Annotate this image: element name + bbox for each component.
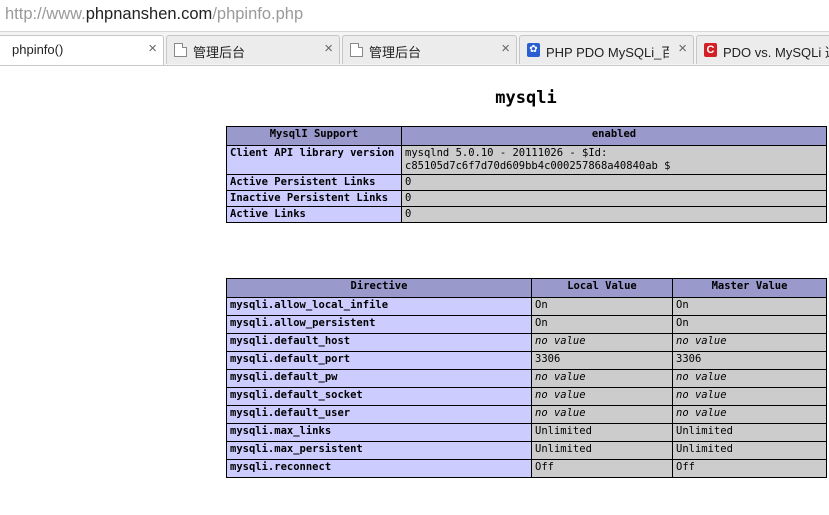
column-header: Directive [226,278,532,298]
tab-label: phpinfo() [12,42,64,57]
row-name: Client API library version [226,145,402,175]
master-value: no value [672,333,827,352]
table-row: mysqli.allow_local_infile On On [226,297,827,316]
table-row: mysqli.reconnect Off Off [226,459,827,478]
local-value: no value [531,405,673,424]
local-value: 3306 [531,351,673,370]
tab-strip: phpinfo() × 管理后台 × 管理后台 × ✿ PHP PDO MySQ… [0,32,829,66]
close-icon[interactable]: × [501,40,510,57]
table-header-row: MysqlI Support enabled [226,126,827,146]
local-value: no value [531,387,673,406]
local-value: no value [531,333,673,352]
tab-label: 管理后台 [193,45,246,60]
master-value: On [672,315,827,334]
local-value: On [531,315,673,334]
page-icon [174,43,187,57]
tab-label: PDO vs. MySQLi 选 [723,45,829,60]
module-title: mysqli [495,88,557,108]
row-value: 0 [401,206,827,223]
url-path: /phpinfo.php [212,5,304,23]
directive-name: mysqli.default_user [226,405,532,424]
table-row: mysqli.max_links Unlimited Unlimited [226,423,827,442]
directive-name: mysqli.default_pw [226,369,532,388]
tab-admin-1[interactable]: 管理后台 × [166,35,340,64]
directive-name: mysqli.max_links [226,423,532,442]
master-value: no value [672,387,827,406]
page-icon [350,43,363,57]
tab-label: PHP PDO MySQLi_百度 [546,45,669,60]
table-header-row: Directive Local Value Master Value [226,278,827,298]
table-row: Active Persistent Links 0 [226,174,827,191]
row-name: Inactive Persistent Links [226,190,402,207]
address-bar[interactable]: http://www.phpnanshen.com/phpinfo.php [0,0,829,32]
master-value: 3306 [672,351,827,370]
table-row: Active Links 0 [226,206,827,223]
url-host: phpnanshen.com [85,5,213,23]
column-header: Local Value [531,278,673,298]
tab-pdo-vs-mysqli[interactable]: C PDO vs. MySQLi 选 [696,35,829,64]
master-value: no value [672,405,827,424]
master-value: Off [672,459,827,478]
table-row: mysqli.default_port 3306 3306 [226,351,827,370]
table-row: mysqli.default_host no value no value [226,333,827,352]
tab-admin-2[interactable]: 管理后台 × [342,35,517,64]
tab-phpinfo[interactable]: phpinfo() × [0,35,164,65]
local-value: Unlimited [531,441,673,460]
c-icon: C [704,43,717,57]
column-header: enabled [401,126,827,146]
directive-name: mysqli.allow_persistent [226,315,532,334]
row-name: Active Links [226,206,402,223]
tab-label: 管理后台 [369,45,422,60]
directive-name: mysqli.allow_local_infile [226,297,532,316]
mysqli-support-table: MysqlI Support enabled Client API librar… [226,126,827,223]
table-row: mysqli.allow_persistent On On [226,315,827,334]
local-value: Unlimited [531,423,673,442]
directive-name: mysqli.default_socket [226,387,532,406]
url-prefix: http://www. [5,5,86,23]
table-row: Client API library version mysqlnd 5.0.1… [226,145,827,175]
table-row: mysqli.default_user no value no value [226,405,827,424]
master-value: Unlimited [672,423,827,442]
tab-baidu[interactable]: ✿ PHP PDO MySQLi_百度 × [519,35,694,64]
local-value: Off [531,459,673,478]
master-value: Unlimited [672,441,827,460]
row-value: 0 [401,174,827,191]
row-value: mysqlnd 5.0.10 - 20111026 - $Id: c85105d… [401,145,827,175]
master-value: no value [672,369,827,388]
paw-icon: ✿ [527,43,540,57]
column-header: MysqlI Support [226,126,402,146]
close-icon[interactable]: × [678,40,687,57]
directive-name: mysqli.default_host [226,333,532,352]
directive-name: mysqli.default_port [226,351,532,370]
row-name: Active Persistent Links [226,174,402,191]
row-value: 0 [401,190,827,207]
table-row: mysqli.max_persistent Unlimited Unlimite… [226,441,827,460]
close-icon[interactable]: × [148,40,157,57]
directive-name: mysqli.reconnect [226,459,532,478]
table-row: mysqli.default_pw no value no value [226,369,827,388]
mysqli-directive-table: Directive Local Value Master Value mysql… [226,278,827,478]
local-value: On [531,297,673,316]
master-value: On [672,297,827,316]
column-header: Master Value [672,278,827,298]
close-icon[interactable]: × [324,40,333,57]
table-row: Inactive Persistent Links 0 [226,190,827,207]
directive-name: mysqli.max_persistent [226,441,532,460]
url-text[interactable]: http://www.phpnanshen.com/phpinfo.php [5,5,303,24]
local-value: no value [531,369,673,388]
table-row: mysqli.default_socket no value no value [226,387,827,406]
